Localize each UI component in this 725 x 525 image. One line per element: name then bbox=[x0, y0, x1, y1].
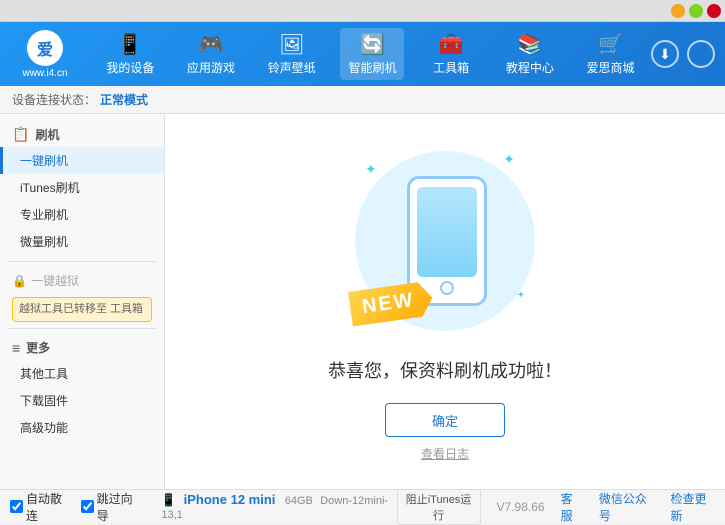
success-message: 恭喜您，保资料刷机成功啦！ bbox=[328, 357, 562, 383]
tutorials-icon: 📚 bbox=[517, 32, 542, 57]
check-update-link[interactable]: 检查更新 bbox=[670, 490, 715, 524]
status-label: 设备连接状态： bbox=[12, 91, 96, 108]
sidebar-item-itunes-flash[interactable]: iTunes刷机 bbox=[0, 174, 164, 201]
flash-section-icon: 📋 bbox=[12, 126, 29, 143]
nav-label-toolbox: 工具箱 bbox=[433, 59, 469, 76]
more-section-icon: ≡ bbox=[12, 340, 20, 356]
nav-item-store[interactable]: 🛒 爱思商城 bbox=[579, 28, 643, 80]
maximize-button[interactable] bbox=[689, 4, 703, 18]
bottom-left: 自动散连 跳过向导 📱 iPhone 12 mini 64GB Down-12m… bbox=[10, 490, 397, 524]
sidebar-item-pro-flash[interactable]: 专业刷机 bbox=[0, 201, 164, 228]
itunes-status: 阻止iTunes运行 bbox=[397, 489, 481, 525]
nav-item-my-device[interactable]: 📱 我的设备 bbox=[98, 28, 162, 80]
bottom-bar: 自动散连 跳过向导 📱 iPhone 12 mini 64GB Down-12m… bbox=[0, 489, 725, 523]
sparkle-3: ✦ bbox=[517, 290, 525, 301]
content-area: ✦ ✦ ✦ NEW 恭喜您，保资料刷机成功啦！ 确定 查看日志 bbox=[165, 114, 725, 489]
device-info: 📱 iPhone 12 mini 64GB Down-12mini-13,1 bbox=[161, 492, 396, 521]
sparkle-1: ✦ bbox=[365, 161, 377, 178]
nav-label-wallpaper: 铃声壁纸 bbox=[268, 59, 316, 76]
sidebar-section-more: ≡ 更多 bbox=[0, 335, 164, 360]
device-storage: 64GB bbox=[285, 495, 313, 507]
apps-icon: 🎮 bbox=[199, 32, 224, 57]
sidebar-item-advanced[interactable]: 高级功能 bbox=[0, 414, 164, 441]
download-button[interactable]: ⬇ bbox=[651, 40, 679, 68]
confirm-button[interactable]: 确定 bbox=[385, 403, 505, 437]
toolbox-icon: 🧰 bbox=[439, 32, 464, 57]
logo-area: 爱 www.i4.cn bbox=[10, 30, 80, 79]
nav-label-store: 爱思商城 bbox=[587, 59, 635, 76]
sidebar-jailbreak-notice: 越狱工具已转移至 工具箱 bbox=[12, 297, 152, 322]
sidebar-item-download-firmware[interactable]: 下载固件 bbox=[0, 387, 164, 414]
customer-service-link[interactable]: 客服 bbox=[561, 490, 583, 524]
store-icon: 🛒 bbox=[598, 32, 623, 57]
phone-screen bbox=[417, 187, 477, 277]
sidebar-item-other-tools[interactable]: 其他工具 bbox=[0, 360, 164, 387]
device-icon: 📱 bbox=[118, 32, 143, 57]
itunes-stop-button[interactable]: 阻止iTunes运行 bbox=[397, 489, 481, 525]
wechat-link[interactable]: 微信公众号 bbox=[599, 490, 655, 524]
wallpaper-icon: 🖼 bbox=[279, 32, 304, 57]
sidebar-item-one-click-flash[interactable]: 一键刷机 bbox=[0, 147, 164, 174]
sparkle-2: ✦ bbox=[503, 151, 515, 168]
main-layout: 📋 刷机 一键刷机 iTunes刷机 专业刷机 微量刷机 🔒 一键越狱 越狱工具… bbox=[0, 114, 725, 489]
sidebar-item-micro-flash[interactable]: 微量刷机 bbox=[0, 228, 164, 255]
status-bar: 设备连接状态： 正常模式 bbox=[0, 86, 725, 114]
nav-label-smart-flash: 智能刷机 bbox=[348, 59, 396, 76]
nav-item-smart-flash[interactable]: 🔄 智能刷机 bbox=[340, 28, 404, 80]
header-right: ⬇ 👤 bbox=[651, 40, 715, 68]
nav-item-toolbox[interactable]: 🧰 工具箱 bbox=[421, 28, 481, 80]
version-label: V7.98.66 bbox=[497, 500, 545, 514]
nav-label-my-device: 我的设备 bbox=[106, 59, 154, 76]
status-mode: 正常模式 bbox=[100, 91, 148, 108]
success-illustration: ✦ ✦ ✦ NEW bbox=[345, 141, 545, 341]
phone-home-button bbox=[440, 281, 454, 295]
lock-icon: 🔒 bbox=[12, 274, 27, 288]
sidebar-section-flash: 📋 刷机 bbox=[0, 122, 164, 147]
nav-label-tutorials: 教程中心 bbox=[506, 59, 554, 76]
pass-wizard-checkbox[interactable]: 跳过向导 bbox=[81, 490, 142, 524]
sidebar-locked-jailbreak: 🔒 一键越狱 bbox=[0, 268, 164, 293]
pass-wizard-input[interactable] bbox=[81, 500, 94, 513]
sidebar-divider-1 bbox=[8, 261, 156, 262]
logo-icon: 爱 bbox=[27, 30, 63, 66]
sidebar-divider-2 bbox=[8, 328, 156, 329]
nav-item-apps-games[interactable]: 🎮 应用游戏 bbox=[179, 28, 243, 80]
nav-item-tutorials[interactable]: 📚 教程中心 bbox=[498, 28, 562, 80]
auto-startup-input[interactable] bbox=[10, 500, 23, 513]
titlebar bbox=[0, 0, 725, 22]
header: 爱 www.i4.cn 📱 我的设备 🎮 应用游戏 🖼 铃声壁纸 🔄 智能刷机 … bbox=[0, 22, 725, 86]
minimize-button[interactable] bbox=[671, 4, 685, 18]
bottom-right: 阻止iTunes运行 V7.98.66 客服 微信公众号 检查更新 bbox=[397, 489, 716, 525]
logo-url: www.i4.cn bbox=[22, 68, 67, 79]
device-name: iPhone 12 mini bbox=[184, 492, 276, 507]
nav-item-wallpaper[interactable]: 🖼 铃声壁纸 bbox=[260, 28, 324, 80]
nav-label-apps: 应用游戏 bbox=[187, 59, 235, 76]
nav-bar: 📱 我的设备 🎮 应用游戏 🖼 铃声壁纸 🔄 智能刷机 🧰 工具箱 📚 教程中心… bbox=[90, 28, 651, 80]
user-button[interactable]: 👤 bbox=[687, 40, 715, 68]
auto-startup-checkbox[interactable]: 自动散连 bbox=[10, 490, 71, 524]
flash-icon: 🔄 bbox=[360, 32, 385, 57]
sidebar: 📋 刷机 一键刷机 iTunes刷机 专业刷机 微量刷机 🔒 一键越狱 越狱工具… bbox=[0, 114, 165, 489]
sidebar-flash-title: 刷机 bbox=[35, 126, 59, 143]
view-log-link[interactable]: 查看日志 bbox=[421, 445, 469, 462]
close-button[interactable] bbox=[707, 4, 721, 18]
device-icon: 📱 bbox=[161, 493, 176, 507]
